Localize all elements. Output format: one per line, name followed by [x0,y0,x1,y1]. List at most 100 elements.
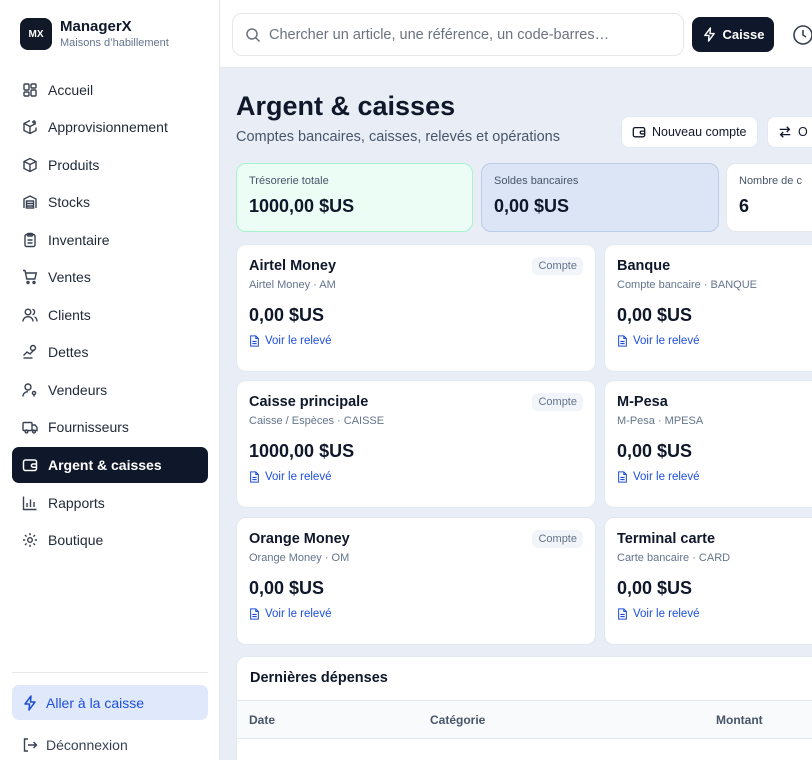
stat-account-count: Nombre de c 6 [726,163,812,232]
account-meta: M-Pesa · MPESA [617,415,704,427]
sidebar-item-vendeurs[interactable]: Vendeurs [12,371,208,409]
column-header-amount[interactable]: Montant [716,713,763,727]
pos-button[interactable]: Caisse [692,17,774,52]
brand-logo: MX [20,18,52,50]
history-icon[interactable] [792,24,812,46]
document-icon [617,608,628,620]
sidebar-item-label: Clients [48,306,91,323]
account-card-orange-money[interactable]: Orange Money Orange Money · OM 0,00 $US … [236,517,596,645]
view-statement-link[interactable]: Voir le relevé [249,608,583,620]
new-account-label: Nouveau compte [652,125,747,139]
account-amount: 0,00 $US [617,578,693,598]
expenses-table-header: Date Catégorie Montant [237,700,812,739]
sidebar-item-label: Ventes [48,269,91,286]
sidebar-item-label: Rapports [48,494,105,511]
pos-button-label: Caisse [722,27,765,42]
sidebar-item-rapports[interactable]: Rapports [12,484,208,522]
sidebar-item-label: Vendeurs [48,381,108,398]
page-title: Argent & caisses [236,91,456,121]
lightning-icon [702,27,717,42]
document-icon [617,335,628,347]
view-statement-link[interactable]: Voir le relevé [617,608,812,620]
stat-label: Trésorerie totale [249,175,329,187]
column-header-category[interactable]: Catégorie [430,713,485,727]
bar-chart-icon [22,495,38,511]
wallet-icon [632,125,646,139]
sidebar-item-label: Accueil [48,81,94,98]
stat-label: Soldes bancaires [494,175,579,187]
brand-name: ManagerX [60,18,132,35]
view-statement-label: Voir le relevé [633,335,700,347]
account-amount: 0,00 $US [249,305,325,325]
view-statement-link[interactable]: Voir le relevé [617,335,812,347]
logout-button[interactable]: Déconnexion [22,737,128,753]
sidebar-item-inventaire[interactable]: Inventaire [12,221,208,259]
cart-icon [22,269,38,285]
account-card-terminal-carte[interactable]: Terminal carte Carte bancaire · CARD 0,0… [604,517,812,645]
package-plus-icon [22,119,38,135]
hand-coins-icon [22,344,38,360]
stat-label: Nombre de c [739,175,802,187]
recent-expenses-panel: Dernières dépenses Date Catégorie Montan… [236,656,812,760]
view-statement-link[interactable]: Voir le relevé [249,335,583,347]
account-amount: 0,00 $US [617,441,693,461]
account-meta: Orange Money · OM [249,552,350,564]
view-statement-link[interactable]: Voir le relevé [249,471,583,483]
sidebar: MX ManagerX Maisons d’habillement Accuei… [0,0,220,760]
stat-total-treasury: Trésorerie totale 1000,00 $US [236,163,473,232]
view-statement-link[interactable]: Voir le relevé [617,471,812,483]
account-name: M-Pesa [617,394,668,410]
search-icon [245,27,261,43]
sidebar-item-argent-caisses[interactable]: Argent & caisses [12,447,208,483]
sidebar-item-label: Fournisseurs [48,419,129,436]
sidebar-item-label: Stocks [48,194,91,211]
users-icon [22,307,38,323]
user-key-icon [22,382,38,398]
account-card-airtel[interactable]: Airtel Money Airtel Money · AM 0,00 $US … [236,244,596,372]
transfer-button[interactable]: O [767,116,812,148]
sidebar-item-label: Produits [48,156,100,173]
sidebar-item-label: Inventaire [48,231,110,248]
stat-value: 0,00 $US [494,196,570,216]
sidebar-item-boutique[interactable]: Boutique [12,522,208,560]
column-header-date[interactable]: Date [249,713,275,727]
sidebar-divider [12,672,208,673]
document-icon [249,608,260,620]
view-statement-label: Voir le relevé [265,471,332,483]
gear-icon [22,532,38,548]
account-type-badge: Compte [532,257,583,275]
sidebar-item-ventes[interactable]: Ventes [12,259,208,297]
recent-expenses-title: Dernières dépenses [250,670,388,686]
go-to-pos-button[interactable]: Aller à la caisse [12,685,208,720]
transfer-label: O [798,125,808,139]
search-input[interactable] [269,26,669,43]
account-name: Terminal carte [617,531,716,547]
account-type-badge: Compte [532,393,583,411]
dashboard-icon [22,82,38,98]
account-amount: 0,00 $US [249,578,325,598]
sidebar-item-clients[interactable]: Clients [12,296,208,334]
new-account-button[interactable]: Nouveau compte [621,116,758,148]
sidebar-item-produits[interactable]: Produits [12,146,208,184]
account-card-caisse-principale[interactable]: Caisse principale Caisse / Espèces · CAI… [236,380,596,508]
sidebar-item-dettes[interactable]: Dettes [12,334,208,372]
sidebar-item-label: Boutique [48,532,104,549]
brand[interactable]: MX ManagerX Maisons d’habillement [0,0,219,68]
account-meta: Airtel Money · AM [249,279,336,291]
transfer-icon [778,125,792,139]
sidebar-item-fournisseurs[interactable]: Fournisseurs [12,409,208,447]
account-amount: 0,00 $US [617,305,693,325]
clipboard-icon [22,232,38,248]
brand-subtitle: Maisons d’habillement [60,37,169,49]
account-card-banque[interactable]: Banque Compte bancaire · BANQUE 0,00 $US… [604,244,812,372]
stat-bank-balances: Soldes bancaires 0,00 $US [481,163,719,232]
sidebar-item-accueil[interactable]: Accueil [12,71,208,109]
search-box[interactable] [232,13,684,56]
account-card-mpesa[interactable]: M-Pesa M-Pesa · MPESA 0,00 $US Voir le r… [604,380,812,508]
account-type-badge: Compte [532,530,583,548]
view-statement-label: Voir le relevé [633,608,700,620]
document-icon [249,335,260,347]
sidebar-item-approvisionnement[interactable]: Approvisionnement [12,109,208,147]
sidebar-item-stocks[interactable]: Stocks [12,184,208,222]
page-subtitle: Comptes bancaires, caisses, relevés et o… [236,129,560,145]
